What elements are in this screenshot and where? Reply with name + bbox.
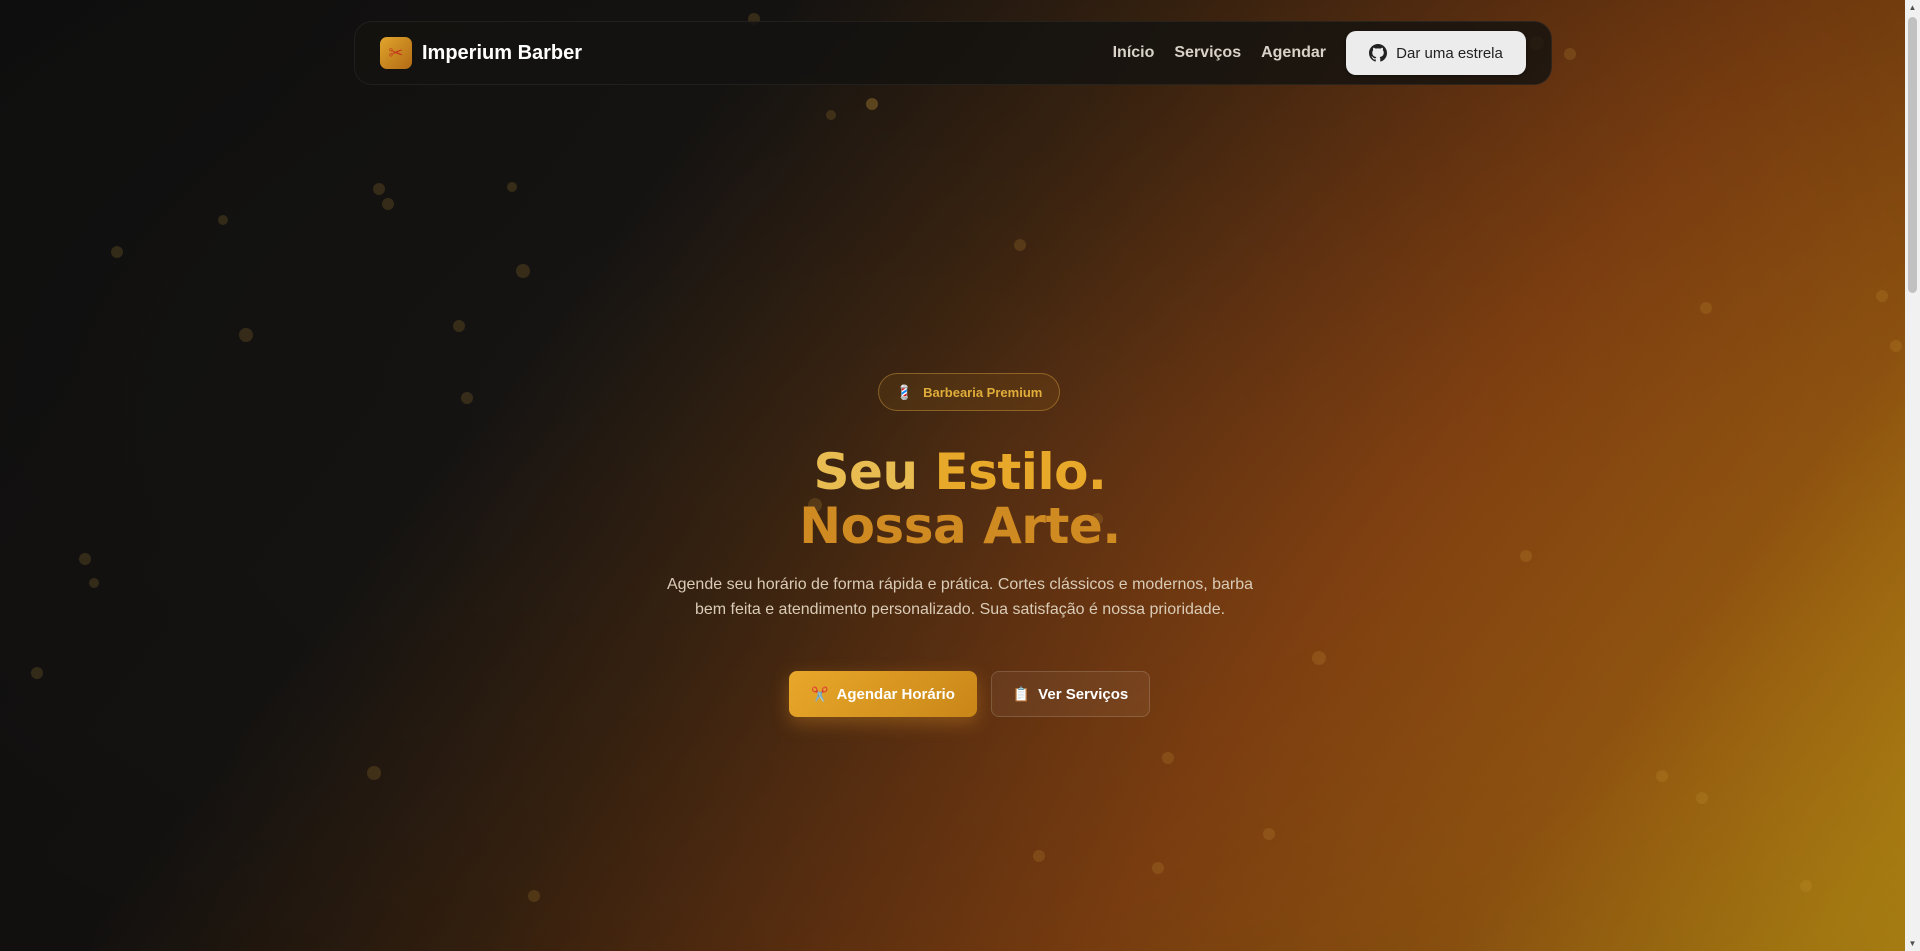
- hero-section: 💈 Barbearia Premium Seu Estilo. Nossa Ar…: [0, 0, 1920, 951]
- hero-title-line1: Seu Estilo.: [0, 442, 1920, 502]
- view-services-label: Ver Serviços: [1038, 685, 1129, 703]
- scroll-down-icon[interactable]: ▼: [1905, 936, 1920, 951]
- barber-pole-icon: 💈: [895, 383, 914, 400]
- page-scrollbar[interactable]: ▲ ▼: [1905, 0, 1920, 951]
- view-services-button[interactable]: 📋 Ver Serviços: [991, 671, 1150, 717]
- badge-label: Barbearia Premium: [923, 384, 1043, 400]
- scissors-icon: ✂️: [811, 685, 829, 702]
- hero-subtitle: Agende seu horário de forma rápida e prá…: [666, 576, 1254, 618]
- clipboard-icon: 📋: [1012, 685, 1031, 702]
- schedule-button-label: Agendar Horário: [836, 685, 955, 703]
- scroll-thumb[interactable]: [1908, 17, 1917, 293]
- hero-title-line1-part2: Estilo.: [934, 443, 1107, 501]
- hero-title-line1-part1: Seu: [813, 443, 935, 501]
- schedule-button[interactable]: ✂️ Agendar Horário: [789, 671, 977, 717]
- scroll-up-icon[interactable]: ▲: [1905, 0, 1920, 15]
- hero-title-line2: Nossa Arte.: [799, 497, 1121, 555]
- premium-badge: 💈 Barbearia Premium: [878, 373, 1060, 411]
